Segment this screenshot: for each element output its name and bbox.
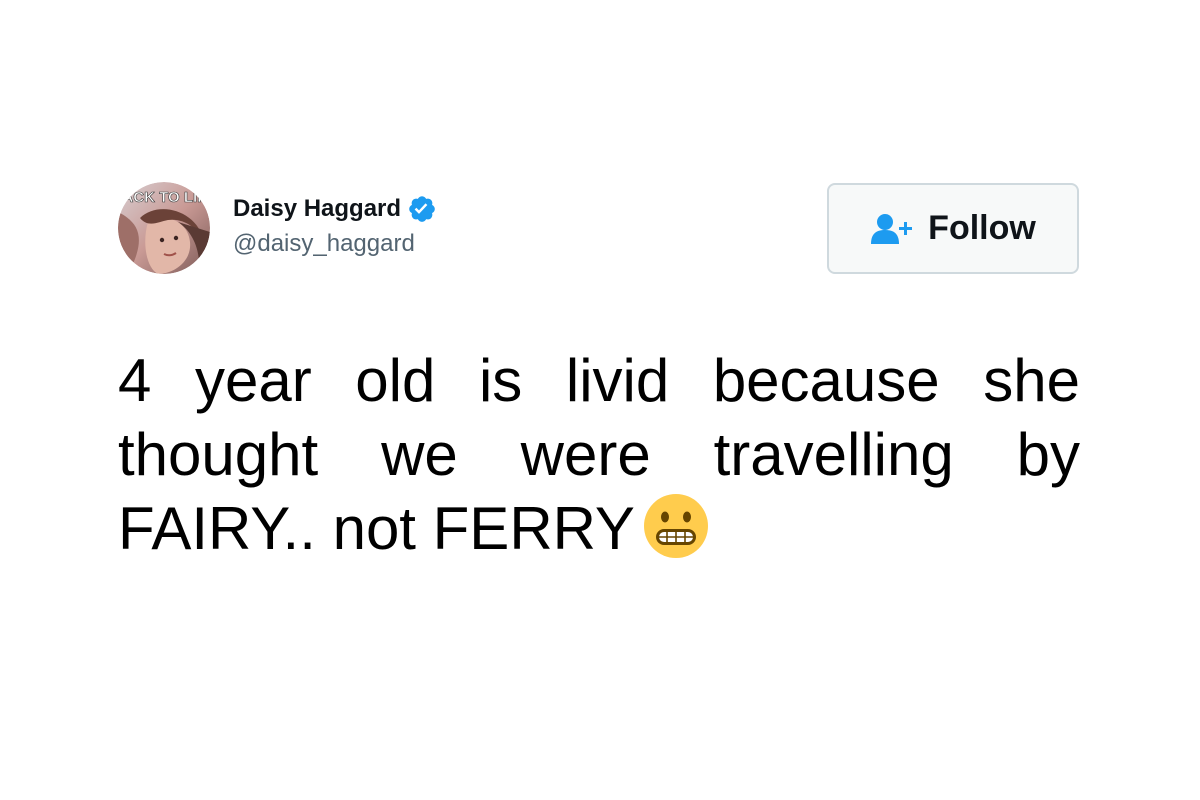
tweet-text-body: 4 year old is livid because she thought … xyxy=(118,347,1080,562)
author-name-row: Daisy Haggard xyxy=(233,193,437,225)
tweet-text: 4 year old is livid because she thought … xyxy=(118,344,1080,566)
verified-badge-icon xyxy=(407,194,437,224)
grimacing-face-emoji-icon xyxy=(643,493,709,559)
follow-button[interactable]: Follow xyxy=(827,183,1079,274)
add-user-icon xyxy=(870,213,916,245)
tweet-card: BACK TO LIFE Daisy Haggard @daisy_haggar… xyxy=(0,0,1200,800)
avatar-text: BACK TO LIFE xyxy=(118,189,210,206)
avatar[interactable]: BACK TO LIFE xyxy=(118,182,210,274)
follow-button-label: Follow xyxy=(928,209,1036,247)
author-name[interactable]: Daisy Haggard xyxy=(233,195,401,223)
avatar-image: BACK TO LIFE xyxy=(118,182,210,274)
author-handle[interactable]: @daisy_haggard xyxy=(233,230,415,258)
